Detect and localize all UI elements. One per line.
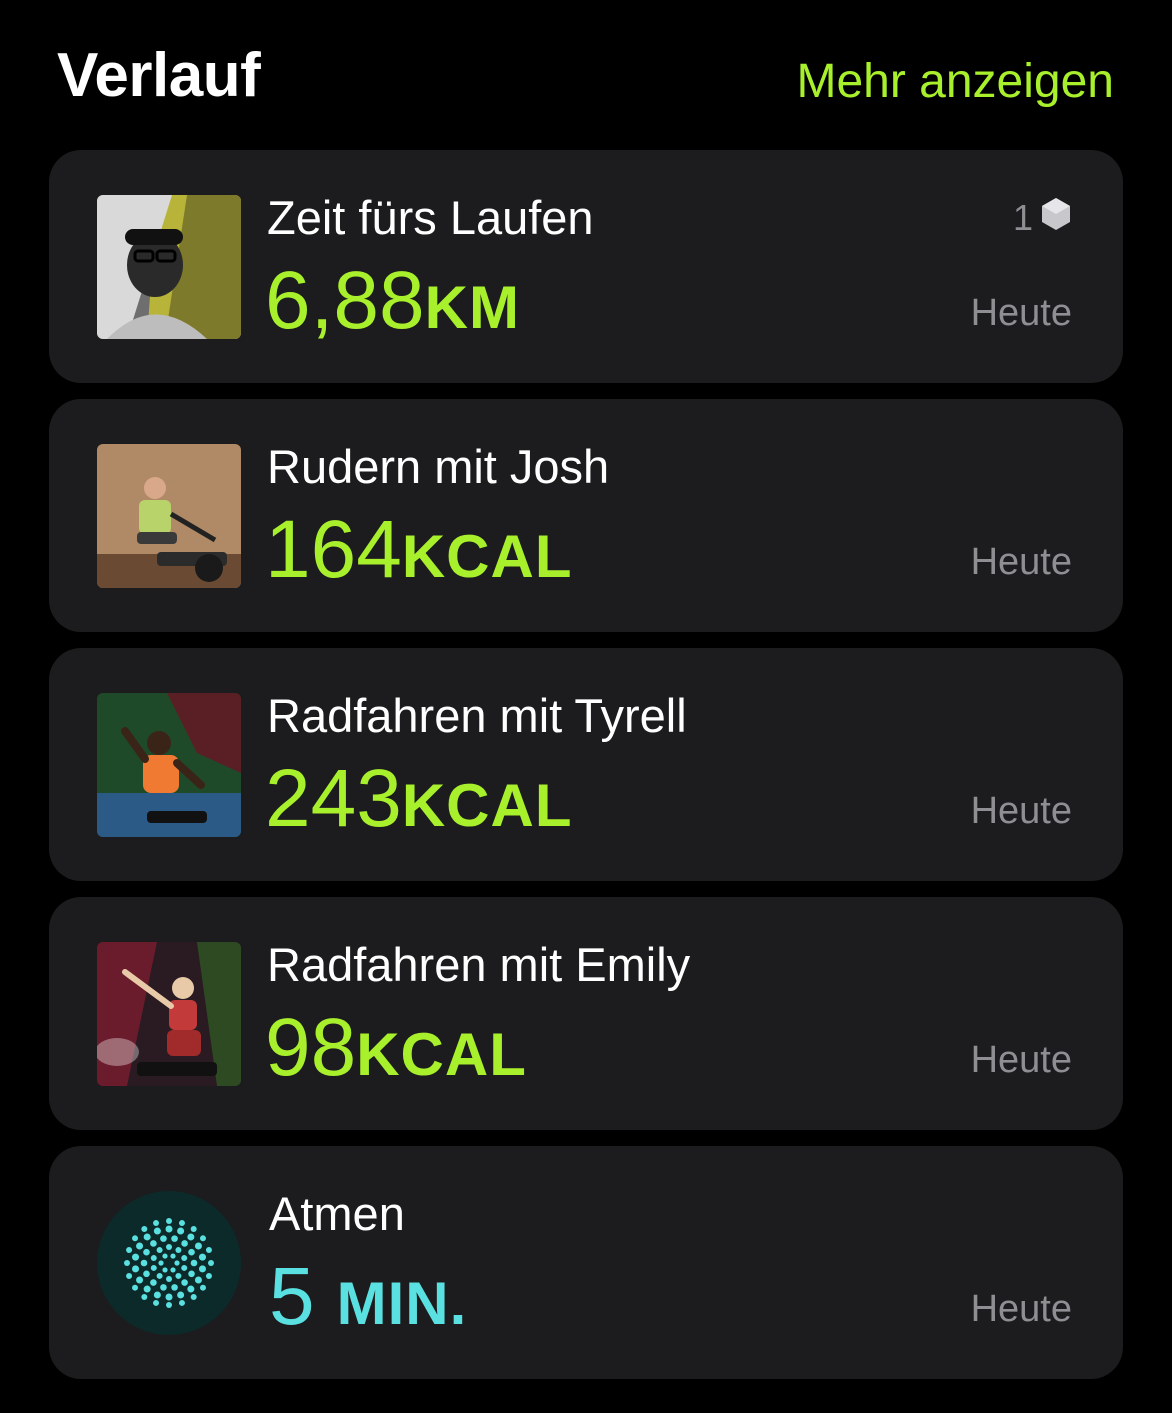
metric-value: 164 (265, 504, 402, 595)
history-item-rowing[interactable]: Rudern mit Josh 164KCAL Heute (49, 399, 1123, 632)
workout-metric: 5 MIN. (269, 1252, 467, 1365)
workout-title: Atmen (269, 1187, 405, 1240)
rowing-trainer-thumbnail (97, 444, 241, 588)
history-item-cycling-emily[interactable]: Radfahren mit Emily 98KCAL Heute (49, 897, 1123, 1130)
history-item-breathe[interactable]: Atmen 5 MIN. Heute (49, 1146, 1123, 1379)
workout-title: Radfahren mit Emily (267, 938, 691, 991)
workout-date: Heute (970, 292, 1072, 334)
metric-value: 243 (265, 753, 402, 844)
workout-title: Rudern mit Josh (267, 440, 610, 493)
history-page: Verlauf Mehr anzeigen Zeit fürs Laufen 6… (0, 0, 1172, 1413)
metric-value: 98 (265, 1002, 357, 1093)
workout-date: Heute (970, 1288, 1072, 1330)
section-title: Verlauf (57, 41, 261, 110)
workout-date: Heute (970, 541, 1072, 583)
history-item-cycling-tyrell[interactable]: Radfahren mit Tyrell 243KCAL Heute (49, 648, 1123, 881)
section-header: Verlauf Mehr anzeigen (57, 40, 1114, 120)
show-more-link[interactable]: Mehr anzeigen (796, 50, 1114, 114)
workout-title: Radfahren mit Tyrell (267, 689, 687, 742)
cycling-trainer-thumbnail (97, 942, 241, 1086)
history-item-running[interactable]: Zeit fürs Laufen 6,88KM 1 Heute (49, 150, 1123, 383)
workout-date: Heute (970, 1039, 1072, 1081)
metric-unit: KCAL (401, 523, 573, 590)
metric-unit: KM (424, 274, 520, 341)
metric-value: 6,88 (265, 255, 425, 346)
metric-unit: KCAL (356, 1021, 527, 1088)
award-count: 1 (1012, 197, 1033, 238)
award-badge: 1 (1012, 196, 1073, 241)
workout-metric: 6,88KM (265, 256, 520, 369)
metric-unit: KCAL (401, 772, 573, 839)
runner-portrait-thumbnail (97, 195, 241, 339)
workout-metric: 98KCAL (265, 1003, 527, 1116)
metric-unit: MIN. (336, 1270, 468, 1337)
breathe-icon (97, 1191, 241, 1335)
metric-value: 5 (269, 1251, 315, 1342)
cycling-trainer-thumbnail (97, 693, 241, 837)
workout-metric: 243KCAL (265, 754, 572, 867)
workout-title: Zeit fürs Laufen (267, 191, 594, 244)
award-hexagon-icon (1039, 196, 1073, 241)
workout-metric: 164KCAL (265, 505, 572, 618)
workout-date: Heute (970, 790, 1072, 832)
